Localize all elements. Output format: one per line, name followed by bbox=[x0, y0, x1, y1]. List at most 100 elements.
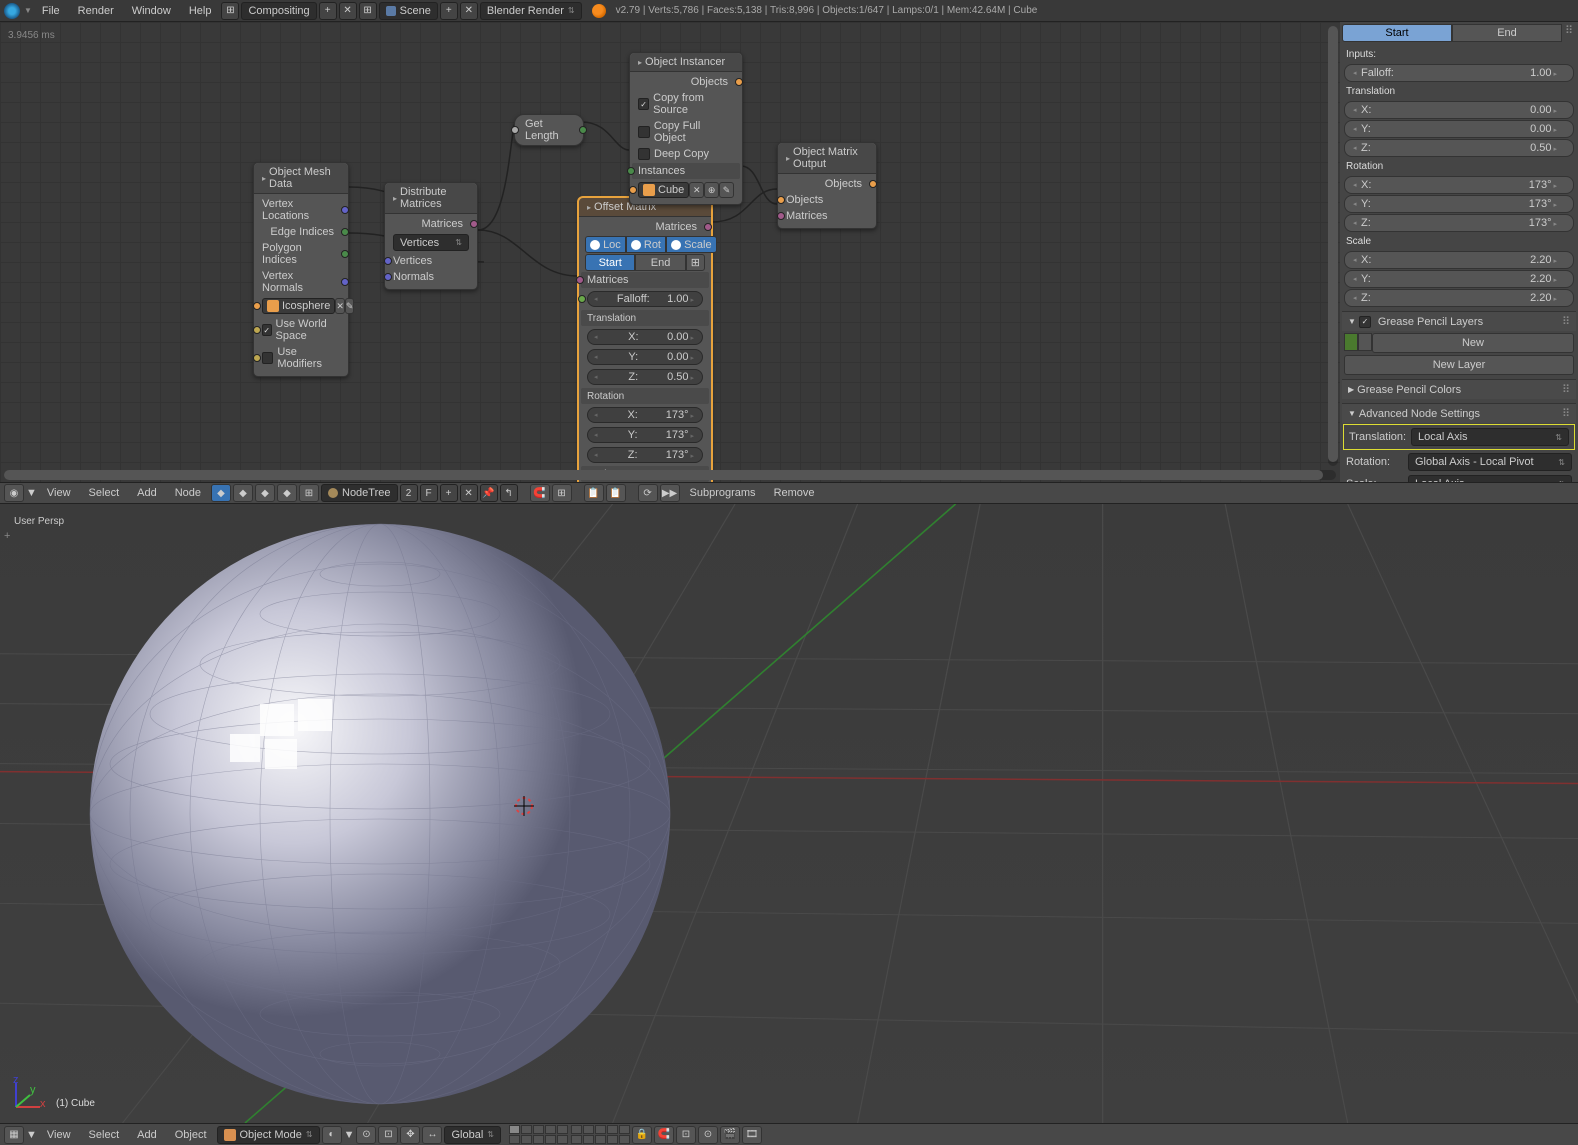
panel-trans-y[interactable]: Y:0.00 bbox=[1344, 120, 1574, 138]
world-button[interactable]: ⊕ bbox=[704, 182, 719, 198]
color-swatch-icon[interactable] bbox=[1344, 333, 1358, 351]
editor-type-button[interactable]: ▦ bbox=[4, 1126, 24, 1144]
menu-object[interactable]: Object bbox=[167, 1127, 215, 1143]
rot-x[interactable]: X:173° bbox=[587, 407, 703, 423]
end-button[interactable]: End bbox=[635, 254, 685, 271]
grease-pencil-layers-header[interactable]: ▼Grease Pencil Layers⠿ bbox=[1342, 311, 1576, 331]
node-hscroll[interactable] bbox=[4, 470, 1336, 480]
use-modifiers-row[interactable]: Use Modifiers bbox=[258, 344, 344, 372]
snap-element-button[interactable]: ⊡ bbox=[676, 1126, 696, 1144]
copy-from-source-row[interactable]: Copy from Source bbox=[634, 90, 738, 118]
pivot-button[interactable]: ⊙ bbox=[356, 1126, 376, 1144]
layout-delete-button[interactable]: ✕ bbox=[339, 2, 357, 20]
checkbox-world-space[interactable] bbox=[262, 324, 272, 336]
scene-browse-button[interactable]: ⊞ bbox=[359, 2, 377, 20]
node-object-matrix-output[interactable]: ▸Object Matrix Output Objects Objects Ma… bbox=[777, 142, 877, 229]
snap-target-button[interactable]: ⊙ bbox=[698, 1126, 718, 1144]
loc-toggle[interactable]: Loc bbox=[585, 236, 626, 253]
node-header[interactable]: ▸Distribute Matrices bbox=[385, 183, 477, 214]
start-button[interactable]: Start bbox=[585, 254, 635, 271]
new-layer-button[interactable]: New Layer bbox=[1344, 355, 1574, 375]
copy-full-object-row[interactable]: Copy Full Object bbox=[634, 118, 738, 146]
orientation-select[interactable]: Global⇅ bbox=[444, 1126, 501, 1144]
scene-field[interactable]: Scene bbox=[379, 2, 438, 20]
menu-window[interactable]: Window bbox=[124, 3, 179, 19]
tree-type-button[interactable]: ◆ bbox=[211, 484, 231, 502]
panel-trans-x[interactable]: X:0.00 bbox=[1344, 101, 1574, 119]
panel-rot-z[interactable]: Z:173° bbox=[1344, 214, 1574, 232]
layout-browse-button[interactable]: ⊞ bbox=[221, 2, 239, 20]
unlink-button[interactable]: ✕ bbox=[335, 298, 345, 314]
translation-axis-select[interactable]: Local Axis bbox=[1411, 428, 1569, 446]
node-object-mesh-data[interactable]: ▸Object Mesh Data Vertex Locations Edge … bbox=[253, 162, 349, 377]
menu-help[interactable]: Help bbox=[181, 3, 220, 19]
node-get-length[interactable]: Get Length bbox=[514, 114, 584, 146]
menu-add[interactable]: Add bbox=[129, 1127, 165, 1143]
tree-type-button[interactable]: ◆ bbox=[255, 484, 275, 502]
scene-add-button[interactable]: + bbox=[440, 2, 458, 20]
render-engine-select[interactable]: Blender Render⇅ bbox=[480, 2, 582, 20]
menu-file[interactable]: File bbox=[34, 3, 68, 19]
lock-camera-button[interactable]: 🔒 bbox=[632, 1126, 652, 1144]
menu-view[interactable]: View bbox=[39, 485, 79, 501]
layout-add-button[interactable]: + bbox=[319, 2, 337, 20]
node-editor-area[interactable]: 3.9456 ms ▸Object Mesh Data Vertex Locat… bbox=[0, 22, 1340, 482]
panel-trans-z[interactable]: Z:0.50 bbox=[1344, 139, 1574, 157]
checkbox-modifiers[interactable] bbox=[262, 352, 273, 364]
tab-end[interactable]: End bbox=[1452, 24, 1562, 42]
mode-select[interactable]: Vertices bbox=[393, 234, 469, 251]
scene-delete-button[interactable]: ✕ bbox=[460, 2, 478, 20]
options-button[interactable]: ⊞ bbox=[686, 254, 705, 271]
rot-y[interactable]: Y:173° bbox=[587, 427, 703, 443]
eyedropper-button[interactable]: ✎ bbox=[719, 182, 734, 198]
go-parent-button[interactable]: ↰ bbox=[500, 484, 518, 502]
menu-view[interactable]: View bbox=[39, 1127, 79, 1143]
source-object-field[interactable]: Cube bbox=[638, 182, 689, 198]
menu-select[interactable]: Select bbox=[81, 485, 128, 501]
collapse-icon[interactable]: ▸ bbox=[262, 174, 266, 183]
shading-button[interactable]: ◐ bbox=[322, 1126, 342, 1144]
3d-viewport[interactable]: User Persp + (1) Cube x z y bbox=[0, 504, 1578, 1123]
grease-pencil-colors-header[interactable]: ▶Grease Pencil Colors⠿ bbox=[1342, 379, 1576, 399]
fake-user-button[interactable]: F bbox=[420, 484, 438, 502]
check-copy-full[interactable] bbox=[638, 126, 650, 138]
manip-trans-button[interactable]: ↔ bbox=[422, 1126, 442, 1144]
scale-toggle[interactable]: Scale bbox=[666, 236, 717, 253]
node-header[interactable]: ▸Object Instancer bbox=[630, 53, 742, 72]
manipulator-button[interactable]: ✥ bbox=[400, 1126, 420, 1144]
scale-axis-select[interactable]: Local Axis bbox=[1408, 475, 1572, 482]
node-vscroll[interactable] bbox=[1328, 26, 1338, 466]
node-object-instancer[interactable]: ▸Object Instancer Objects Copy from Sour… bbox=[629, 52, 743, 205]
scroll-thumb[interactable] bbox=[4, 470, 1323, 480]
collapse-icon[interactable]: ▸ bbox=[587, 203, 591, 212]
panel-scale-y[interactable]: Y:2.20 bbox=[1344, 270, 1574, 288]
mode-select[interactable]: Object Mode⇅ bbox=[217, 1126, 320, 1144]
menu-add[interactable]: Add bbox=[129, 485, 165, 501]
menu-node[interactable]: Node bbox=[167, 485, 209, 501]
remove-button[interactable]: Remove bbox=[766, 485, 823, 501]
menu-render[interactable]: Render bbox=[70, 3, 122, 19]
object-field[interactable]: Icosphere bbox=[262, 298, 335, 314]
color-swatch-icon[interactable] bbox=[1358, 333, 1372, 351]
add-button[interactable]: + bbox=[440, 484, 458, 502]
grip-icon[interactable]: ⠿ bbox=[1562, 24, 1576, 42]
snap-button[interactable]: 🧲 bbox=[530, 484, 550, 502]
panel-scale-z[interactable]: Z:2.20 bbox=[1344, 289, 1574, 307]
editor-type-caret-icon[interactable]: ▼ bbox=[24, 6, 32, 15]
collapse-icon[interactable]: ▸ bbox=[786, 154, 790, 163]
panel-scale-x[interactable]: X:2.20 bbox=[1344, 251, 1574, 269]
tree-type-button[interactable]: ◆ bbox=[277, 484, 297, 502]
rotation-axis-select[interactable]: Global Axis - Local Pivot bbox=[1408, 453, 1572, 471]
nodetree-browse-button[interactable]: ⊞ bbox=[299, 484, 319, 502]
advanced-node-settings-header[interactable]: ▼Advanced Node Settings⠿ bbox=[1342, 403, 1576, 423]
rot-z[interactable]: Z:173° bbox=[587, 447, 703, 463]
layers-widget[interactable] bbox=[509, 1125, 630, 1144]
scroll-thumb[interactable] bbox=[1328, 26, 1338, 462]
pin-button[interactable]: 📌 bbox=[480, 484, 498, 502]
expand-toolbar-icon[interactable]: + bbox=[4, 530, 10, 542]
pivot-each-button[interactable]: ⊡ bbox=[378, 1126, 398, 1144]
node-offset-matrix[interactable]: ▸Offset Matrix Matrices Loc Rot Scale St… bbox=[578, 197, 712, 482]
rot-toggle[interactable]: Rot bbox=[626, 236, 666, 253]
panel-falloff[interactable]: Falloff:1.00 bbox=[1344, 64, 1574, 82]
properties-panel[interactable]: Start End ⠿ Inputs: Falloff:1.00 Transla… bbox=[1340, 22, 1578, 482]
